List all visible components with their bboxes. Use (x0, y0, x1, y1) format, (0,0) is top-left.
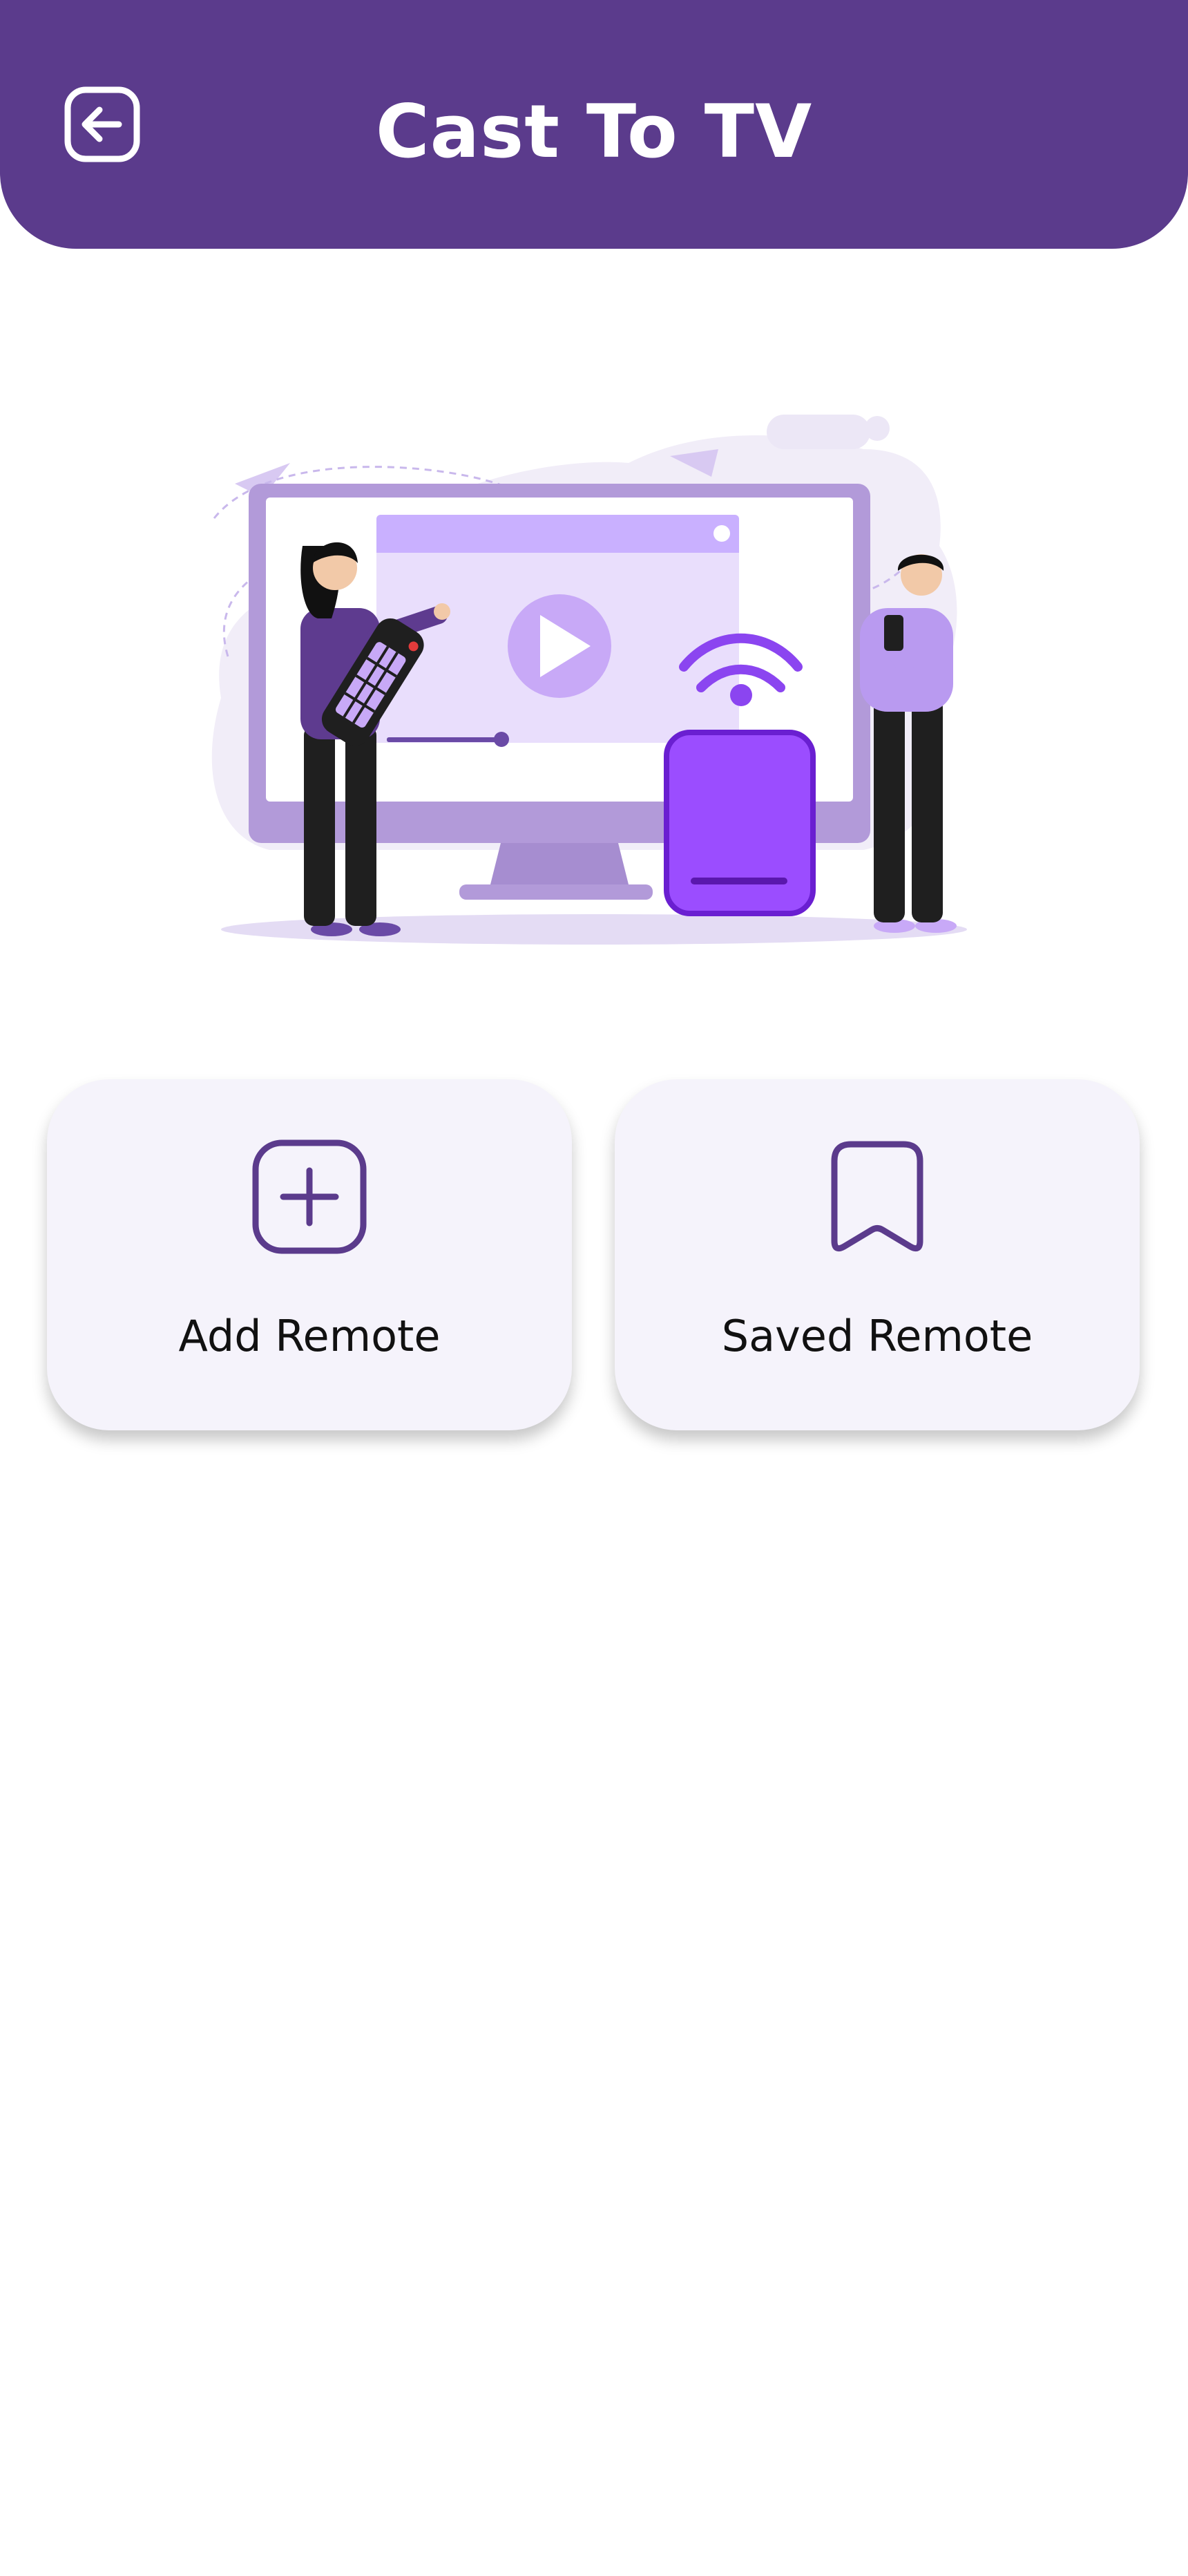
saved-remote-button[interactable]: Saved Remote (615, 1079, 1140, 1430)
add-square-icon (250, 1137, 369, 1256)
cast-to-tv-illustration (186, 408, 1002, 960)
saved-remote-label: Saved Remote (721, 1311, 1033, 1361)
add-remote-label: Add Remote (178, 1311, 441, 1361)
add-remote-button[interactable]: Add Remote (47, 1079, 572, 1430)
page-title: Cast To TV (375, 89, 813, 174)
app-header: Cast To TV (0, 0, 1188, 249)
bookmark-icon (818, 1137, 937, 1256)
